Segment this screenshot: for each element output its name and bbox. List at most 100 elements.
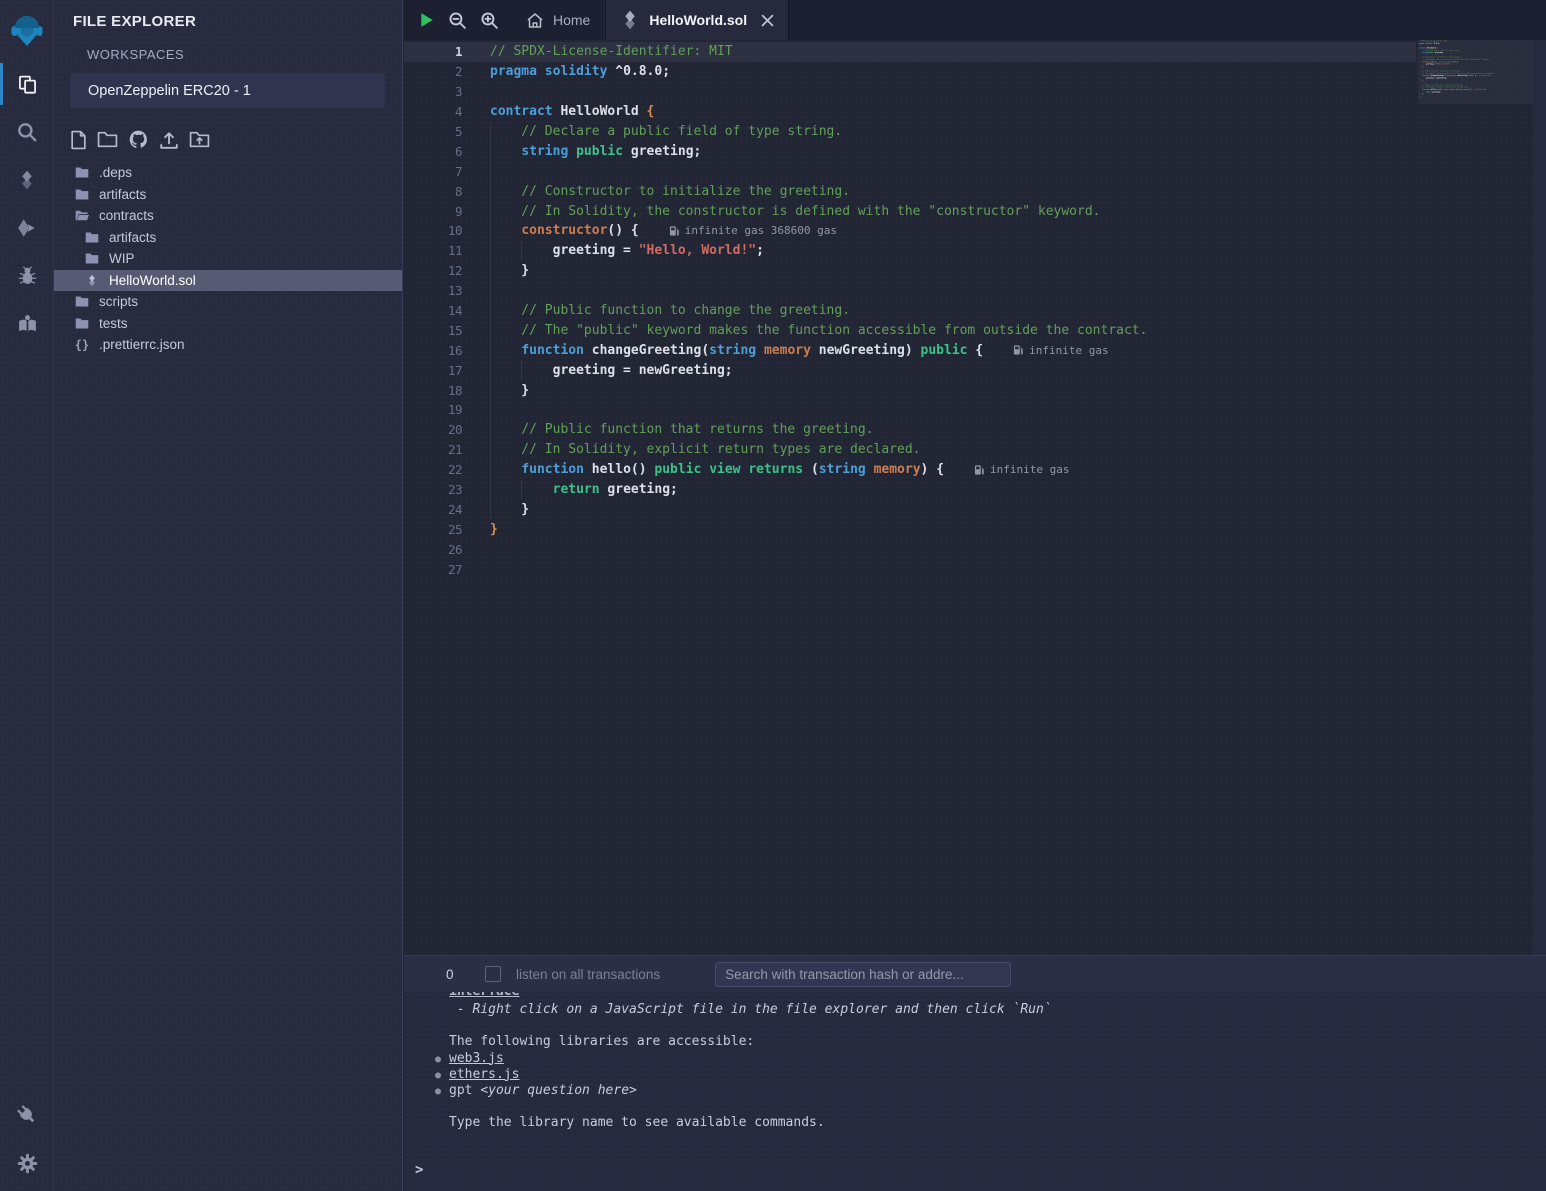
line-number[interactable]: 3 (404, 84, 462, 99)
line-number[interactable]: 21 (404, 442, 462, 457)
line-number[interactable]: 23 (404, 482, 462, 497)
tree-item-scripts[interactable]: scripts (54, 291, 402, 313)
code-line[interactable]: 21 // In Solidity, explicit return types… (404, 440, 1416, 460)
code-line[interactable]: 24 } (404, 499, 1416, 519)
activity-search[interactable] (0, 108, 54, 156)
zoom-out-button[interactable] (448, 11, 467, 30)
clone-git-repository-icon[interactable] (127, 129, 150, 150)
tab-helloworld-sol[interactable]: HelloWorld.sol (605, 0, 789, 40)
create-new-folder-icon[interactable] (96, 129, 119, 150)
code-line[interactable]: 23 return greeting; (404, 480, 1416, 500)
activity-home[interactable] (0, 0, 54, 60)
code-line[interactable]: 19 (404, 400, 1416, 420)
close-icon[interactable] (761, 14, 774, 27)
editor-scrollbar[interactable] (1533, 40, 1546, 955)
code-line[interactable]: 4contract HelloWorld { (404, 102, 1416, 122)
line-number[interactable]: 13 (404, 283, 462, 298)
line-number[interactable]: 8 (404, 184, 462, 199)
line-number[interactable]: 20 (404, 422, 462, 437)
line-number[interactable]: 11 (404, 243, 462, 258)
line-number[interactable]: 14 (404, 303, 462, 318)
line-number[interactable]: 24 (404, 502, 462, 517)
code-line[interactable]: 11 greeting = "Hello, World!"; (404, 241, 1416, 261)
line-number[interactable]: 17 (404, 363, 462, 378)
line-number[interactable]: 19 (404, 402, 462, 417)
code-line[interactable]: 16 function changeGreeting(string memory… (404, 340, 1416, 360)
code-line[interactable]: 27 (404, 559, 1416, 579)
code-line[interactable]: 15 // The "public" keyword makes the fun… (404, 320, 1416, 340)
code-editor[interactable]: 1// SPDX-License-Identifier: MIT2pragma … (404, 40, 1546, 955)
terminal-output[interactable]: interface - Right click on a JavaScript … (404, 992, 1546, 1191)
tree-item--prettierrc-json[interactable]: {}.prettierrc.json (54, 334, 402, 356)
indent-guide (521, 480, 522, 500)
activity-solidity-compiler[interactable] (0, 156, 54, 204)
activity-learn[interactable] (0, 300, 54, 348)
code-line[interactable]: 25} (404, 519, 1416, 539)
activity-file-explorer[interactable] (0, 60, 54, 108)
tree-item-artifacts[interactable]: artifacts (54, 184, 402, 206)
tree-item-tests[interactable]: tests (54, 313, 402, 335)
activity-debugger[interactable] (0, 252, 54, 300)
code-line[interactable]: 22 function hello() public view returns … (404, 460, 1416, 480)
code-token: // Public function to change the greetin… (490, 303, 850, 318)
terminal-prompt[interactable]: > (415, 1162, 423, 1178)
code-line[interactable]: 10 constructor() {infinite gas 368600 ga… (404, 221, 1416, 241)
code-line[interactable]: 3 (404, 82, 1416, 102)
terminal-link[interactable]: ethers.js (449, 1067, 519, 1082)
line-number[interactable]: 22 (404, 462, 462, 477)
code-line[interactable]: 1// SPDX-License-Identifier: MIT (404, 42, 1416, 62)
minimap[interactable]: 1// SPDX-License-Identifier: MIT2pragma … (1418, 40, 1533, 660)
line-number[interactable]: 4 (404, 104, 462, 119)
listen-transactions-checkbox[interactable] (485, 966, 501, 982)
file-label: artifacts (99, 187, 146, 202)
tree-item-artifacts[interactable]: artifacts (54, 227, 402, 249)
code-line[interactable]: 14 // Public function to change the gree… (404, 301, 1416, 321)
code-token: public (921, 343, 968, 358)
line-number[interactable]: 27 (404, 562, 462, 577)
code-line[interactable]: 17 greeting = newGreeting; (404, 360, 1416, 380)
tree-item-wip[interactable]: WIP (54, 248, 402, 270)
code-line[interactable]: 12 } (404, 261, 1416, 281)
code-line[interactable]: 2pragma solidity ^0.8.0; (404, 62, 1416, 82)
line-number[interactable]: 16 (404, 343, 462, 358)
code-line[interactable]: 6 string public greeting; (404, 141, 1416, 161)
tree-item--deps[interactable]: .deps (54, 162, 402, 184)
workspace-select[interactable]: OpenZeppelin ERC20 - 1 (70, 73, 385, 108)
line-number[interactable]: 10 (404, 223, 462, 238)
tree-item-contracts[interactable]: contracts (54, 205, 402, 227)
line-number[interactable]: 25 (404, 522, 462, 537)
line-number[interactable]: 6 (404, 144, 462, 159)
create-new-file-icon[interactable] (69, 129, 88, 150)
line-number[interactable]: 12 (404, 263, 462, 278)
line-number[interactable]: 18 (404, 383, 462, 398)
line-number[interactable]: 2 (404, 64, 462, 79)
code-line[interactable]: 20 // Public function that returns the g… (404, 420, 1416, 440)
upload-folder-icon[interactable] (188, 129, 211, 150)
line-number[interactable]: 9 (404, 204, 462, 219)
code-line[interactable]: 18 } (404, 380, 1416, 400)
folder-icon (74, 317, 90, 330)
activity-plugin-manager[interactable] (0, 1091, 54, 1139)
run-script-button[interactable] (419, 12, 435, 28)
zoom-in-button[interactable] (480, 11, 499, 30)
code-token: newGreeting) (811, 343, 921, 358)
tree-item-helloworld-sol[interactable]: HelloWorld.sol (54, 270, 402, 292)
terminal-search-input[interactable] (715, 962, 1011, 987)
upload-files-icon[interactable] (158, 129, 180, 150)
code-line[interactable]: 13 (404, 281, 1416, 301)
line-number[interactable]: 15 (404, 323, 462, 338)
terminal-link[interactable]: web3.js (449, 1051, 504, 1066)
line-number[interactable]: 5 (404, 124, 462, 139)
code-line[interactable]: 8 // Constructor to initialize the greet… (404, 181, 1416, 201)
line-number[interactable]: 26 (404, 542, 462, 557)
code-line-content: } (462, 261, 1416, 281)
code-line[interactable]: 26 (404, 539, 1416, 559)
line-number[interactable]: 7 (404, 164, 462, 179)
code-line[interactable]: 5 // Declare a public field of type stri… (404, 122, 1416, 142)
line-number[interactable]: 1 (404, 44, 462, 59)
code-line[interactable]: 7 (404, 161, 1416, 181)
code-line[interactable]: 9 // In Solidity, the constructor is def… (404, 201, 1416, 221)
tab-home[interactable]: Home (512, 0, 605, 40)
activity-settings[interactable] (0, 1139, 54, 1187)
activity-deploy-run[interactable] (0, 204, 54, 252)
